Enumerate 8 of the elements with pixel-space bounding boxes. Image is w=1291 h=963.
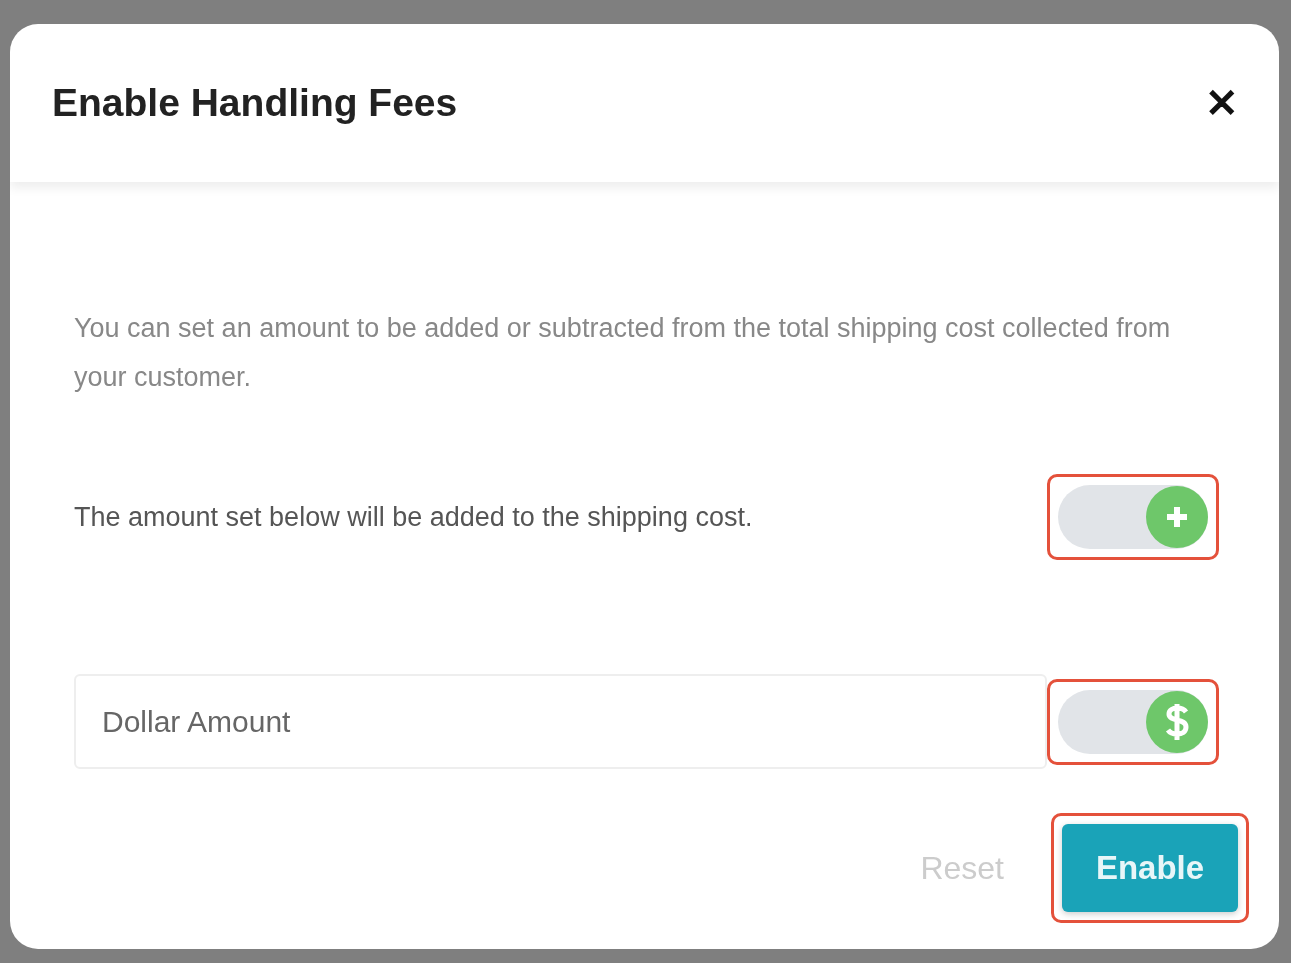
amount-field[interactable]: Dollar Amount [74, 674, 1047, 769]
dollar-icon [1164, 701, 1190, 742]
dialog-title: Enable Handling Fees [52, 81, 458, 125]
close-button[interactable]: ✕ [1205, 80, 1239, 126]
plus-icon [1164, 504, 1190, 530]
enable-button[interactable]: Enable [1062, 824, 1238, 912]
description-text: You can set an amount to be added or subtracted from the total shipping cost collected from your customer. [74, 312, 1172, 394]
toggle-label: The amount set below will be added to the shipping cost. [74, 501, 753, 533]
